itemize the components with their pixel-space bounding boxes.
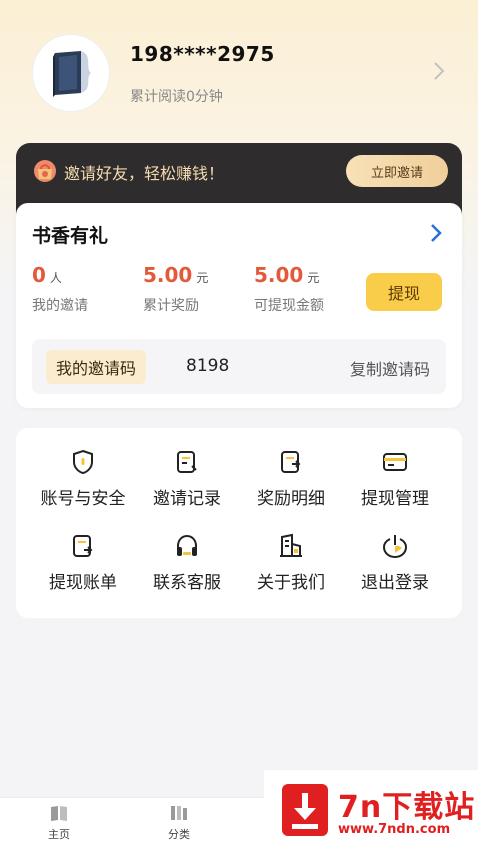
gift-card: 书香有礼 0人 我的邀请 5.00 元 累计奖励 5.00 元 可提现金额 提现 我…: [16, 203, 462, 408]
stat-withdrawable[interactable]: 5.00 元 可提现金额: [254, 263, 324, 315]
stat-unit: 元: [196, 271, 209, 285]
card-icon: [383, 453, 407, 471]
stat-label: 可提现金额: [254, 298, 324, 314]
chevron-right-icon[interactable]: [432, 60, 446, 82]
site-watermark: 7n下载站 www.7ndn.com: [264, 770, 478, 850]
category-icon: [171, 806, 187, 820]
reward-detail-icon: [281, 451, 301, 473]
withdraw-button[interactable]: 提现: [366, 273, 442, 311]
power-icon: [382, 535, 408, 559]
gift-bag-icon: [34, 160, 56, 182]
watermark-url: www.7ndn.com: [338, 822, 451, 837]
menu-item-label: 账号与安全: [40, 489, 126, 509]
gift-card-title: 书香有礼: [32, 225, 109, 247]
stat-label: 累计奖励: [143, 298, 199, 314]
shield-icon: [73, 449, 93, 475]
book-icon: [51, 806, 67, 821]
download-arrow-icon: [282, 784, 328, 836]
stat-total-reward[interactable]: 5.00 元 累计奖励: [143, 263, 208, 315]
tab-label: 分类: [168, 828, 190, 841]
menu-item-about-us[interactable]: 关于我们: [236, 532, 346, 602]
menu-item-logout[interactable]: 退出登录: [340, 532, 450, 602]
menu-item-invite-records[interactable]: 邀请记录: [132, 448, 242, 518]
stat-label: 我的邀请: [32, 298, 88, 314]
avatar[interactable]: [32, 34, 110, 112]
menu-item-withdraw-bills[interactable]: 提现账单: [28, 532, 138, 602]
document-icon: [177, 451, 197, 473]
menu-item-label: 奖励明细: [257, 489, 325, 509]
stat-my-invites[interactable]: 0人 我的邀请: [32, 263, 88, 315]
menu-item-label: 关于我们: [257, 573, 325, 593]
menu-item-account-security[interactable]: 账号与安全: [28, 448, 138, 518]
menu-item-label: 邀请记录: [153, 489, 221, 509]
headset-icon: [177, 534, 197, 556]
stat-value: 5.00: [254, 263, 304, 287]
menu-item-withdraw-management[interactable]: 提现管理: [340, 448, 450, 518]
invite-code-label: 我的邀请码: [46, 350, 147, 384]
stat-unit: 元: [307, 271, 320, 285]
reading-time: 累计阅读0分钟: [130, 89, 223, 105]
menu-grid: 账号与安全 邀请记录 奖励明细 提现管理 提现账单 联系客服 关于我们 退出登录: [16, 428, 462, 618]
menu-item-label: 联系客服: [153, 573, 221, 593]
menu-item-label: 提现管理: [361, 489, 429, 509]
building-icon: [280, 533, 302, 557]
bill-icon: [73, 535, 93, 557]
banner-text: 邀请好友，轻松赚钱！: [64, 164, 225, 183]
menu-item-reward-details[interactable]: 奖励明细: [236, 448, 346, 518]
tab-category[interactable]: 分类: [149, 804, 209, 848]
invite-code-value: 8198: [186, 356, 230, 376]
stat-value: 0: [32, 263, 46, 287]
menu-item-contact-service[interactable]: 联系客服: [132, 532, 242, 602]
invite-now-button[interactable]: 立即邀请: [346, 155, 448, 187]
book-logo-icon: [53, 51, 91, 97]
stat-value: 5.00: [143, 263, 193, 287]
menu-item-label: 退出登录: [361, 573, 429, 593]
watermark-title: 7n下载站: [338, 790, 476, 825]
copy-invite-code-button[interactable]: 复制邀请码: [350, 356, 430, 380]
stat-unit: 人: [49, 271, 62, 285]
tab-home[interactable]: 主页: [29, 804, 89, 848]
profile-header[interactable]: 198****2975 累计阅读0分钟: [0, 0, 478, 140]
chevron-right-icon[interactable]: [430, 223, 442, 243]
invite-code-row: 我的邀请码 8198 复制邀请码: [32, 339, 446, 394]
tab-label: 主页: [48, 828, 70, 841]
menu-item-label: 提现账单: [49, 573, 117, 593]
username: 198****2975: [130, 42, 275, 66]
